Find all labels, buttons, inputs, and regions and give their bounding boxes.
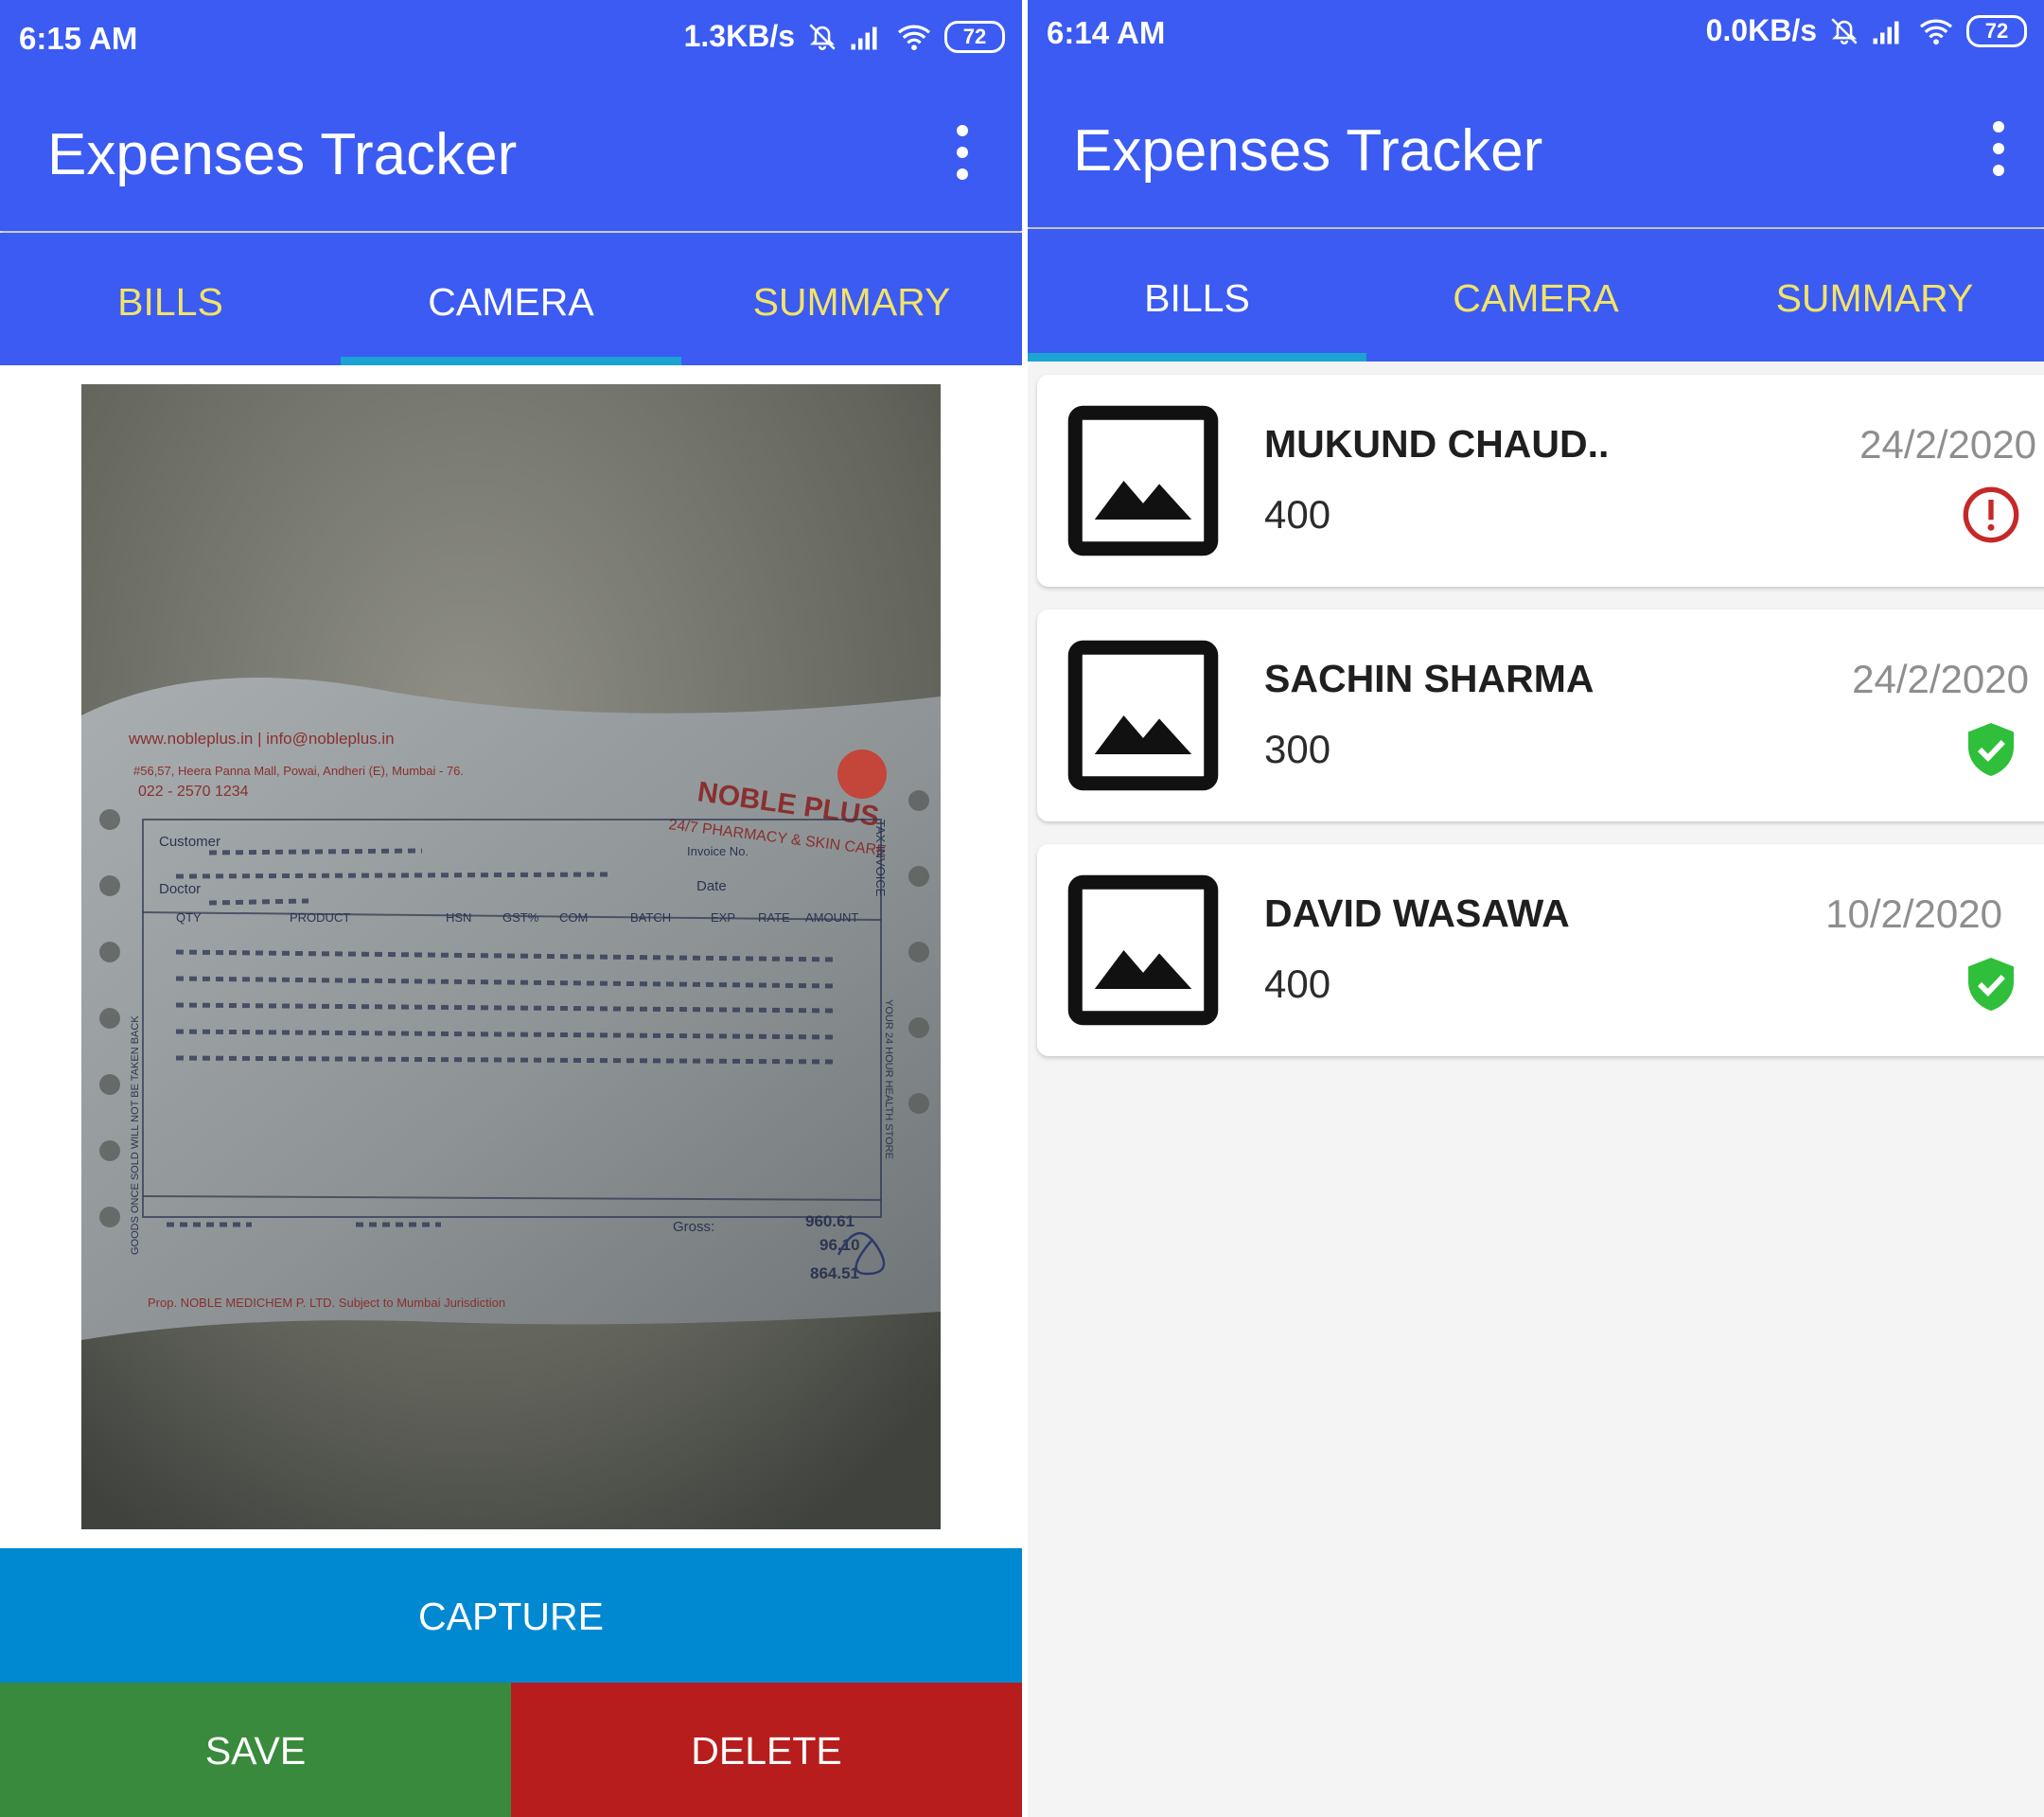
tab-summary[interactable]: SUMMARY (1705, 229, 2044, 362)
status-bar: 6:14 AM 0.0KB/s 72 (1028, 0, 2044, 72)
receipt-side-tag: YOUR 24 HOUR HEALTH STORE (883, 999, 894, 1159)
camera-preview: www.nobleplus.in | info@nobleplus.in #56… (81, 384, 941, 1529)
image-placeholder-icon (1067, 640, 1219, 791)
receipt-web: www.nobleplus.in | info@nobleplus.in (128, 730, 395, 748)
bill-name: MUKUND CHAUD.. (1264, 422, 1610, 466)
receipt-logo (837, 750, 887, 799)
bill-name: SACHIN SHARMA (1264, 657, 1595, 700)
more-vert-icon[interactable] (957, 125, 970, 190)
receipt-side-note: GOODS ONCE SOLD WILL NOT BE TAKEN BACK (130, 1015, 141, 1255)
receipt-address: #56,57, Heera Panna Mall, Powai, Andheri… (133, 764, 464, 778)
receipt-col-gst: GST% (502, 910, 539, 925)
battery-icon: 72 (944, 20, 1005, 53)
app-bar: Expenses Tracker (0, 72, 1022, 231)
alert-circle-icon (1963, 486, 2019, 543)
more-vert-icon[interactable] (1993, 121, 2006, 186)
receipt-gross-label: Gross: (673, 1219, 714, 1235)
shield-check-icon (1968, 958, 2014, 1011)
bill-amount: 400 (1264, 961, 1331, 1006)
receipt-col-rate: RATE (758, 910, 790, 925)
bill-amount: 300 (1264, 727, 1331, 771)
alarm-off-icon (1831, 17, 1858, 44)
status-bar: 6:15 AM 1.3KB/s 72 (0, 0, 1022, 72)
receipt-invoice-no: Invoice No. (687, 844, 749, 858)
bill-amount: 400 (1264, 492, 1331, 537)
receipt-date-label: Date (696, 878, 727, 894)
shield-check-icon (1968, 723, 2014, 776)
receipt-doctor: Doctor (159, 881, 201, 897)
bill-card[interactable]: DAVID WASAWA 400 10/2/2020 (1037, 844, 2044, 1056)
app-title: Expenses Tracker (1073, 118, 1543, 184)
bill-date: 24/2/2020 (1852, 657, 2029, 701)
tab-summary[interactable]: SUMMARY (681, 233, 1022, 365)
receipt-customer: Customer (159, 834, 220, 850)
bill-date: 24/2/2020 (1859, 422, 2036, 467)
wifi-icon (1919, 19, 1953, 44)
wifi-icon (897, 25, 931, 50)
receipt-phone: 022 - 2570 1234 (138, 784, 249, 800)
tab-bills[interactable]: BILLS (1028, 229, 1366, 362)
bill-card[interactable]: SACHIN SHARMA 300 24/2/2020 (1037, 609, 2044, 821)
bill-name: DAVID WASAWA (1264, 891, 1570, 935)
status-icons: 0.0KB/s 72 (1706, 13, 2027, 48)
bill-date: 10/2/2020 (1825, 891, 2002, 936)
receipt-col-hsn: HSN (446, 910, 471, 925)
signal-icon (1873, 21, 1899, 44)
tab-bills[interactable]: BILLS (0, 233, 341, 365)
tab-bar: BILLS CAMERA SUMMARY (0, 233, 1022, 365)
delete-button[interactable]: DELETE (511, 1683, 1022, 1817)
net-speed: 0.0KB/s (1705, 13, 1817, 47)
tab-camera[interactable]: CAMERA (341, 233, 681, 365)
receipt-col-amount: AMOUNT (805, 910, 858, 925)
alarm-off-icon (809, 23, 836, 50)
status-time: 6:14 AM (1047, 15, 1166, 50)
app-bar: Expenses Tracker (1028, 68, 2044, 227)
receipt-col-product: PRODUCT (290, 910, 350, 925)
battery-icon: 72 (1966, 14, 2027, 47)
receipt-gross: 960.61 (805, 1212, 855, 1230)
bill-card[interactable]: MUKUND CHAUD.. 400 24/2/2020 (1037, 375, 2044, 587)
status-time: 6:15 AM (19, 21, 138, 56)
tab-camera[interactable]: CAMERA (1366, 229, 1705, 362)
bills-screen: 6:14 AM 0.0KB/s 72 Expenses Tracker BILL… (1028, 0, 2044, 1817)
net-speed: 1.3KB/s (683, 19, 795, 53)
receipt-footer: Prop. NOBLE MEDICHEM P. LTD. Subject to … (148, 1296, 505, 1310)
image-placeholder-icon (1067, 405, 1219, 556)
tab-bar: BILLS CAMERA SUMMARY (1028, 229, 2044, 362)
image-placeholder-icon (1067, 874, 1219, 1026)
camera-screen: 6:15 AM 1.3KB/s 72 Expenses Tracker BILL… (0, 0, 1022, 1817)
signal-icon (851, 26, 877, 49)
save-button[interactable]: SAVE (0, 1683, 511, 1817)
capture-button[interactable]: CAPTURE (0, 1548, 1022, 1683)
app-title: Expenses Tracker (47, 122, 518, 187)
status-icons: 1.3KB/s 72 (684, 19, 1005, 54)
receipt-net: 864.51 (810, 1264, 859, 1282)
